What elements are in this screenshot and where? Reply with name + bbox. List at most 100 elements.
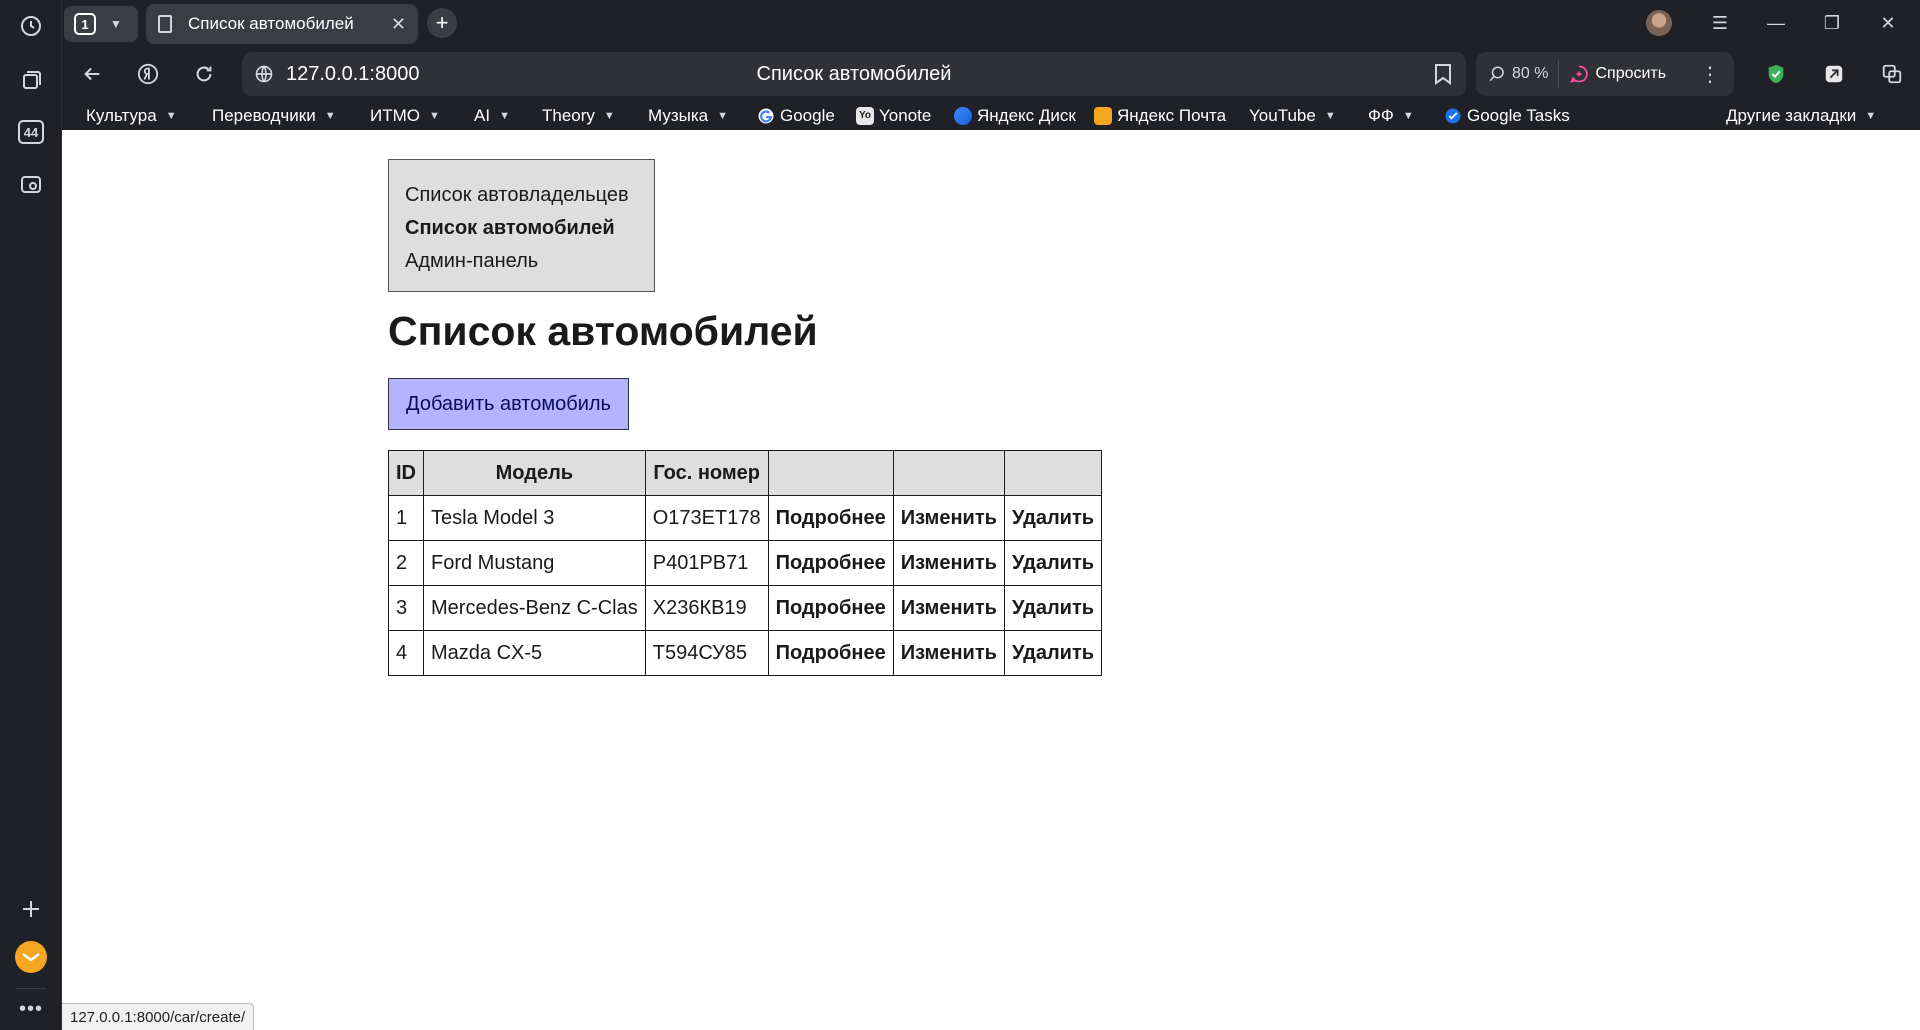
details-link[interactable]: Подробнее: [776, 552, 886, 574]
shield-icon[interactable]: [1760, 58, 1792, 90]
restore-button[interactable]: ❐: [1814, 8, 1850, 38]
bookmark-label: YouTube: [1249, 106, 1316, 125]
delete-link[interactable]: Удалить: [1012, 642, 1094, 664]
cell-plate: Т594СУ85: [644, 630, 769, 676]
table-row: 2 Ford Mustang Р401РВ71 Подробнее Измени…: [388, 540, 1103, 586]
add-panel-icon[interactable]: [11, 889, 51, 929]
more-icon[interactable]: •••: [11, 994, 51, 1024]
status-bar-url: 127.0.0.1:8000/car/create/: [62, 1003, 255, 1030]
address-bar[interactable]: 127.0.0.1:8000 Список автомобилей: [242, 52, 1466, 96]
translate-icon[interactable]: [1876, 58, 1908, 90]
bookmark-folder-itmo[interactable]: ИТМО ▼: [370, 104, 440, 128]
bookmark-folder-ai[interactable]: AI ▼: [474, 104, 510, 128]
bookmark-label: ИТМО: [370, 106, 420, 125]
google-tasks-icon: [1445, 108, 1461, 124]
bookmark-label: Музыка: [648, 106, 709, 125]
google-icon: [758, 108, 774, 124]
side-divider: [16, 988, 46, 989]
nav-link-cars[interactable]: Список автомобилей: [405, 212, 654, 245]
bookmark-label: AI: [474, 106, 491, 125]
chevron-down-icon: ▼: [717, 110, 729, 122]
bookmark-folder-other[interactable]: Другие закладки ▼: [1726, 104, 1876, 128]
yandex-disk-icon: [954, 107, 972, 125]
reload-icon[interactable]: [188, 58, 220, 90]
mail-app-icon[interactable]: [11, 937, 51, 977]
tab-strip: 1 ▼ Список автомобилей ✕ + ☰ — ❐ ✕: [62, 0, 1920, 46]
bookmark-google-tasks[interactable]: Google Tasks: [1444, 104, 1570, 128]
tab-count-badge: 1: [74, 13, 96, 35]
delete-link[interactable]: Удалить: [1012, 597, 1094, 619]
cell-model: Ford Mustang: [423, 540, 646, 586]
ask-label: Спросить: [1595, 65, 1667, 82]
tabs-counter-button[interactable]: 44: [11, 112, 51, 152]
bookmark-folder-theory[interactable]: Theory ▼: [542, 104, 615, 128]
details-link[interactable]: Подробнее: [776, 597, 886, 619]
bookmark-yonote[interactable]: Yo Yonote: [856, 104, 931, 128]
delete-link[interactable]: Удалить: [1012, 552, 1094, 574]
history-icon[interactable]: [11, 6, 51, 46]
cars-table: ID Модель Гос. номер 1 Tesla Model 3 О17…: [388, 450, 1103, 676]
yandex-logo-icon[interactable]: [132, 58, 164, 90]
cell-id: 4: [388, 630, 424, 676]
ask-button[interactable]: Спросить: [1569, 64, 1666, 84]
bookmark-label: Theory: [542, 106, 595, 125]
yandex-mail-icon: [1094, 107, 1112, 125]
bookmark-label: Яндекс Почта: [1117, 106, 1227, 125]
edit-link[interactable]: Изменить: [901, 552, 997, 574]
screenshot-icon[interactable]: [11, 164, 51, 204]
details-link[interactable]: Подробнее: [776, 507, 886, 529]
bookmark-label: ФФ: [1368, 106, 1394, 125]
bookmark-yandex-disk[interactable]: Яндекс Диск: [954, 104, 1076, 128]
minimize-button[interactable]: —: [1758, 8, 1794, 38]
avatar[interactable]: [1646, 10, 1672, 36]
edit-link[interactable]: Изменить: [901, 597, 997, 619]
chevron-down-icon: ▼: [499, 110, 510, 122]
bookmark-folder-ff[interactable]: ФФ ▼: [1368, 104, 1414, 128]
delete-link[interactable]: Удалить: [1012, 507, 1094, 529]
details-link[interactable]: Подробнее: [776, 642, 886, 664]
cell-model: Mercedes-Benz C-Clas: [423, 585, 646, 631]
cell-id: 1: [388, 495, 424, 541]
collections-icon[interactable]: [11, 60, 51, 100]
nav-link-owners[interactable]: Список автовладельцев: [405, 179, 654, 212]
new-tab-button[interactable]: +: [427, 8, 457, 38]
page-content: Список автовладельцев Список автомобилей…: [62, 130, 1920, 1030]
bookmark-folder-youtube[interactable]: YouTube ▼: [1249, 104, 1336, 128]
header-plate: Гос. номер: [644, 450, 769, 496]
bookmark-label: Yonote: [879, 106, 932, 125]
add-car-button[interactable]: Добавить автомобиль: [388, 378, 629, 430]
menu-icon[interactable]: ☰: [1702, 8, 1738, 38]
extension-icon[interactable]: [1818, 58, 1850, 90]
cell-plate: О173ЕТ178: [644, 495, 769, 541]
url-text: 127.0.0.1:8000: [286, 62, 420, 85]
edit-link[interactable]: Изменить: [901, 642, 997, 664]
bookmark-folder-music[interactable]: Музыка ▼: [648, 104, 728, 128]
close-tab-icon[interactable]: ✕: [391, 14, 406, 35]
bookmark-folder-culture[interactable]: Культура ▼: [86, 104, 177, 128]
header-model: Модель: [423, 450, 646, 496]
more-vertical-icon[interactable]: ⋮: [1700, 62, 1720, 87]
nav-link-admin[interactable]: Админ-панель: [405, 245, 654, 278]
zoom-indicator[interactable]: 80 %: [1488, 65, 1548, 83]
tab-group-button[interactable]: 1 ▼: [64, 6, 138, 42]
back-arrow-icon[interactable]: [76, 58, 108, 90]
table-row: 3 Mercedes-Benz C-Clas Х236КВ19 Подробне…: [388, 585, 1103, 631]
bookmark-google[interactable]: Google: [757, 104, 835, 128]
close-window-button[interactable]: ✕: [1870, 8, 1906, 38]
cell-plate: Х236КВ19: [644, 585, 769, 631]
zoom-level: 80 %: [1512, 65, 1549, 82]
chevron-down-icon: ▼: [1324, 110, 1336, 122]
bookmark-label: Другие закладки: [1726, 106, 1857, 125]
bookmark-folder-translators[interactable]: Переводчики ▼: [212, 104, 336, 128]
tab-active[interactable]: Список автомобилей ✕: [146, 4, 418, 44]
edit-link[interactable]: Изменить: [901, 507, 997, 529]
bookmark-yandex-mail[interactable]: Яндекс Почта: [1094, 104, 1226, 128]
bookmark-icon[interactable]: [1434, 63, 1452, 85]
tabs-counter-badge: 44: [18, 120, 44, 144]
chevron-down-icon: ▼: [1402, 110, 1414, 122]
table-header-row: ID Модель Гос. номер: [388, 450, 1103, 496]
navigation-bar: 127.0.0.1:8000 Список автомобилей 80 % С…: [62, 46, 1920, 102]
document-icon: [158, 15, 172, 33]
chevron-down-icon: ▼: [110, 17, 122, 31]
bookmark-label: Google Tasks: [1467, 106, 1570, 125]
